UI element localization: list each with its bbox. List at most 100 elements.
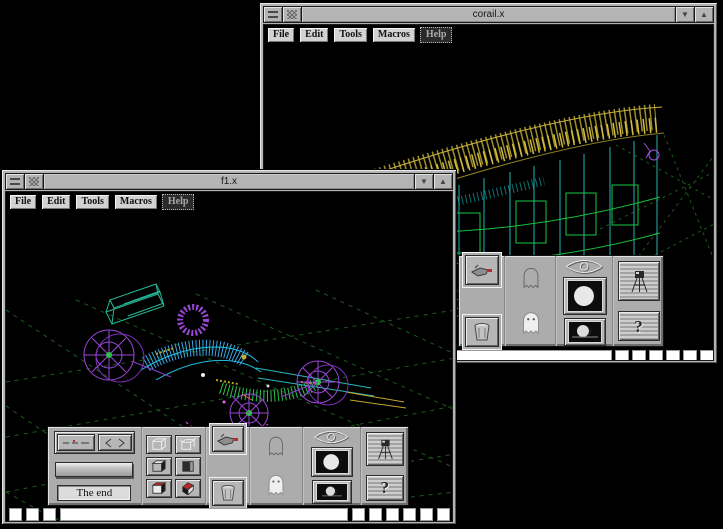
ghost-outline-button[interactable] (518, 265, 544, 291)
red-cube-rotate-icon (179, 481, 197, 495)
camera-tripod-icon (374, 437, 396, 461)
window-menu-button[interactable] (6, 174, 25, 189)
desktop: corail.x ▼ ▲ File Edit Tools Macros Help (0, 0, 723, 529)
wireframe-cube-button[interactable] (146, 435, 172, 454)
menubar-f1: File Edit Tools Macros Help (9, 194, 194, 210)
tool-tab (462, 314, 502, 350)
window-menu-icon (268, 11, 278, 18)
airbrush-icon (469, 262, 495, 278)
menu-file[interactable]: File (267, 27, 295, 43)
red-cube-button[interactable] (146, 479, 172, 498)
minimize-icon: ▼ (681, 11, 689, 19)
tray-slot-wide[interactable] (60, 508, 348, 521)
tool-tray-corail (444, 349, 714, 361)
solid-cube-button[interactable] (146, 457, 172, 476)
tray-slot[interactable] (403, 508, 416, 521)
window-title: f1.x (44, 174, 414, 189)
render-preview-button[interactable] (564, 318, 606, 346)
titlebar-f1[interactable]: f1.x ▼ ▲ (5, 173, 453, 190)
window-title: corail.x (302, 7, 675, 22)
maximize-icon: ▲ (439, 178, 447, 186)
viewport-f1[interactable]: File Edit Tools Macros Help (5, 191, 453, 522)
pattern-icon (29, 177, 39, 186)
tray-slot[interactable] (369, 508, 382, 521)
minimize-button[interactable]: ▼ (414, 174, 433, 189)
menu-edit[interactable]: Edit (299, 27, 329, 43)
titlebar-corail[interactable]: corail.x ▼ ▲ (263, 6, 714, 23)
tray-slot[interactable] (615, 350, 629, 361)
tool-tab (462, 252, 502, 288)
dark-slab-button[interactable] (175, 457, 201, 476)
eye-icon[interactable] (564, 259, 606, 274)
tray-slot[interactable] (9, 508, 22, 521)
help-button[interactable]: ? (618, 311, 660, 341)
tray-slot[interactable] (26, 508, 39, 521)
tray-slot[interactable] (437, 508, 450, 521)
ghost-solid-button[interactable] (263, 472, 289, 498)
bucket-button[interactable] (465, 317, 499, 347)
wireframe-cube-icon (150, 437, 168, 451)
help-button[interactable]: ? (366, 475, 404, 501)
menu-help[interactable]: Help (162, 194, 195, 210)
tray-slot[interactable] (43, 508, 56, 521)
render-scene-icon (316, 483, 348, 501)
camera-tripod-icon (627, 268, 651, 294)
bucket-button[interactable] (212, 480, 244, 506)
tray-slot[interactable] (632, 350, 646, 361)
window-menu-button[interactable] (264, 7, 283, 22)
menu-macros[interactable]: Macros (372, 27, 416, 43)
airbrush-button[interactable] (212, 426, 244, 452)
progress-slab-button[interactable] (55, 462, 133, 477)
bucket-icon (473, 322, 491, 342)
bucket-icon (220, 484, 236, 502)
render-scene-icon (568, 321, 602, 343)
tool-tray-f1 (9, 507, 453, 521)
menu-tools[interactable]: Tools (75, 194, 109, 210)
red-cube-rotate-button[interactable] (175, 479, 201, 498)
shading-preview-button[interactable] (311, 447, 353, 477)
prev-next-button[interactable] (98, 434, 132, 451)
minimize-icon: ▼ (420, 178, 428, 186)
airbrush-button[interactable] (465, 255, 499, 285)
window-pattern-button[interactable] (283, 7, 302, 22)
tray-slot[interactable] (700, 350, 714, 361)
question-icon: ? (381, 479, 390, 496)
tray-slot[interactable] (683, 350, 697, 361)
window-f1: f1.x ▼ ▲ File Edit Tools Macros Help (1, 169, 457, 525)
eye-icon[interactable] (311, 430, 353, 444)
ghost-solid-button[interactable] (517, 309, 545, 337)
menu-file[interactable]: File (9, 194, 37, 210)
camera-tripod-button[interactable] (366, 432, 404, 466)
tool-tab (209, 477, 247, 509)
assistant-palette-corail: ? (458, 255, 664, 347)
maximize-button[interactable]: ▲ (694, 7, 713, 22)
pattern-icon (287, 10, 297, 19)
open-box-button[interactable] (175, 435, 201, 454)
tray-slot[interactable] (420, 508, 433, 521)
chain-dashes-button[interactable] (57, 434, 95, 451)
ghost-outline-button[interactable] (264, 434, 288, 458)
minimize-button[interactable]: ▼ (675, 7, 694, 22)
shading-preview-button[interactable] (563, 277, 607, 315)
assistant-palette-f1: The end (47, 426, 409, 506)
airbrush-icon (215, 431, 241, 447)
menu-macros[interactable]: Macros (114, 194, 158, 210)
tray-slot[interactable] (386, 508, 399, 521)
camera-tripod-button[interactable] (618, 261, 660, 301)
tray-slot-wide[interactable] (444, 350, 612, 361)
menu-edit[interactable]: Edit (41, 194, 71, 210)
chain-dashes-icon (61, 438, 91, 448)
tray-slot[interactable] (649, 350, 663, 361)
menubar-corail: File Edit Tools Macros Help (267, 27, 452, 43)
shaded-sphere-icon (567, 280, 603, 312)
shaded-sphere-icon (315, 450, 349, 474)
menu-tools[interactable]: Tools (333, 27, 367, 43)
menu-help[interactable]: Help (420, 27, 453, 43)
solid-cube-icon (150, 459, 168, 473)
maximize-button[interactable]: ▲ (433, 174, 452, 189)
tray-slot[interactable] (666, 350, 680, 361)
render-preview-button[interactable] (312, 480, 352, 504)
the-end-button[interactable]: The end (57, 485, 131, 501)
window-pattern-button[interactable] (25, 174, 44, 189)
tray-slot[interactable] (352, 508, 365, 521)
